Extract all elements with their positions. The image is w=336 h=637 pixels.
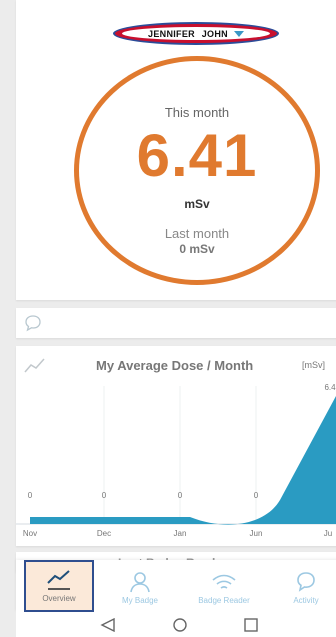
dose-value: 6.41: [136, 122, 258, 189]
chart-tick-label: Nov: [23, 529, 37, 538]
dose-ring: This month 6.41 mSv Last month 0 mSv: [74, 56, 320, 285]
chart-tick-label: Ju: [324, 529, 332, 538]
system-navigation-bar: [16, 612, 336, 637]
period-label: This month: [164, 105, 230, 120]
recents-icon[interactable]: [244, 618, 258, 632]
chart-value-label: 0: [254, 491, 259, 500]
nav-my-badge-label: My Badge: [121, 596, 159, 605]
speech-bubble-icon: [25, 315, 41, 332]
average-dose-chart-card: My Average Dose / Month [mSv] 0 0 0 0 6.4 Nov…: [16, 346, 336, 546]
home-icon[interactable]: [172, 618, 188, 634]
chart-area: [30, 396, 336, 525]
previous-period-value: 0 mSv: [179, 242, 215, 256]
chart-value-label: 6.4: [324, 383, 336, 392]
chevron-down-icon: [233, 30, 244, 37]
wifi-icon: [212, 574, 236, 589]
nav-overview[interactable]: Overview: [24, 560, 94, 612]
dose-unit: mSv: [184, 197, 210, 211]
previous-period-label: Last month: [164, 226, 230, 241]
dose-area-chart: 0 0 0 0 6.4 Nov Dec Jan Jun Ju: [16, 383, 336, 538]
chart-value-label: 0: [28, 491, 33, 500]
nav-overview-label: Overview: [42, 594, 76, 603]
line-chart-icon: [47, 570, 70, 590]
chart-value-label: 0: [178, 491, 183, 500]
chart-tick-label: Jan: [174, 529, 187, 538]
dose-summary-card: JENNIFER JOHN This month 6.41 mSv Last m…: [16, 0, 336, 300]
user-name: JENNIFER JOHN: [148, 28, 228, 39]
user-selector[interactable]: JENNIFER JOHN: [113, 22, 279, 45]
chart-value-label: 0: [102, 491, 107, 500]
bottom-navigation: Overview My Badge Badge Reader Activity: [16, 560, 336, 612]
nav-badge-reader[interactable]: Badge Reader: [184, 560, 264, 612]
nav-activity-label: Activity: [293, 596, 319, 605]
chart-tick-label: Jun: [250, 529, 263, 538]
speech-bubble-icon: [297, 572, 315, 592]
comment-strip[interactable]: [16, 308, 336, 338]
chart-tick-label: Dec: [97, 529, 111, 538]
nav-badge-reader-label: Badge Reader: [198, 596, 250, 605]
nav-activity[interactable]: Activity: [266, 560, 336, 612]
back-icon[interactable]: [100, 618, 116, 632]
nav-my-badge[interactable]: My Badge: [100, 560, 180, 612]
person-icon: [130, 572, 150, 593]
